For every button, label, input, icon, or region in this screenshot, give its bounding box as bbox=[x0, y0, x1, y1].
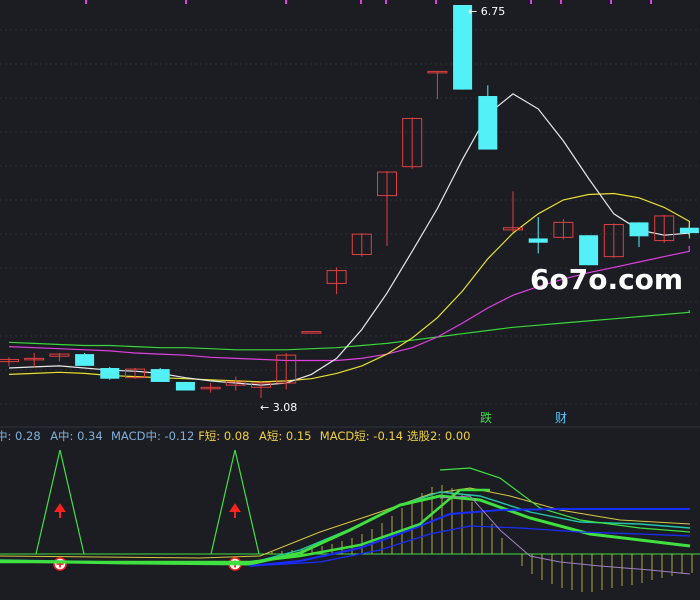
candle-body bbox=[579, 235, 599, 266]
top-tick bbox=[285, 0, 287, 4]
indicator-value: F短: 0.08 bbox=[198, 429, 249, 443]
candle-down bbox=[579, 235, 599, 266]
candle-up bbox=[301, 331, 322, 334]
high-price-label: ← 6.75 bbox=[468, 5, 505, 18]
signal-spike bbox=[210, 449, 260, 555]
candle-up bbox=[553, 219, 574, 240]
indicator-teal-line bbox=[0, 491, 691, 564]
candle-body bbox=[100, 368, 120, 379]
indicator-value: A中: 0.34 bbox=[50, 429, 103, 443]
candle-body bbox=[629, 222, 649, 237]
up-arrow-icon bbox=[54, 503, 66, 518]
candlestick-series[interactable] bbox=[0, 5, 699, 398]
candle-down bbox=[150, 368, 170, 382]
watermark: 6o7o.com bbox=[530, 263, 683, 296]
indicator-value: 选股2: 0.00 bbox=[407, 429, 470, 443]
top-tick bbox=[435, 0, 437, 4]
candle-down bbox=[478, 85, 498, 150]
candle-body bbox=[478, 96, 498, 150]
indicator-value: A短: 0.15 bbox=[259, 429, 312, 443]
candle-down bbox=[175, 381, 195, 391]
candle-body bbox=[175, 381, 195, 391]
indicator-value: MACD中: -0.12 bbox=[111, 429, 194, 443]
candle-up bbox=[351, 233, 372, 257]
candle-up bbox=[200, 383, 221, 393]
low-price-label: ← 3.08 bbox=[260, 401, 297, 414]
top-tick bbox=[85, 0, 87, 4]
candle-body bbox=[75, 354, 95, 366]
top-tick bbox=[385, 0, 387, 4]
up-arrow-icon bbox=[229, 503, 241, 518]
candle-body bbox=[150, 369, 170, 382]
candle-up bbox=[326, 267, 347, 295]
signal-label-die: 跌 bbox=[480, 410, 492, 425]
candle-up bbox=[503, 191, 523, 233]
candle-down bbox=[100, 366, 120, 380]
indicator-panel bbox=[0, 449, 700, 592]
candle-up bbox=[0, 357, 19, 366]
candle-down bbox=[75, 353, 95, 366]
candle-up bbox=[251, 380, 271, 398]
candle-down bbox=[679, 224, 699, 239]
indicator-value: MACD短: -0.14 bbox=[320, 429, 403, 443]
candle-up bbox=[24, 353, 45, 367]
candle-up bbox=[49, 353, 70, 362]
signal-spike bbox=[35, 449, 85, 555]
top-tick bbox=[360, 0, 362, 4]
top-tick bbox=[610, 0, 612, 4]
top-tick bbox=[530, 0, 532, 4]
stock-chart: ← 6.75 ← 3.08 跌 财 6o7o.com 中: 0.28 A中: 0.… bbox=[0, 0, 700, 592]
candle-body bbox=[679, 227, 699, 234]
top-tick bbox=[650, 0, 652, 4]
candle-up bbox=[603, 223, 624, 258]
top-tick-markers bbox=[85, 0, 652, 4]
candle-up bbox=[654, 214, 675, 243]
candle-up bbox=[427, 70, 448, 100]
candle-down bbox=[629, 222, 649, 248]
top-tick bbox=[185, 0, 187, 4]
top-tick bbox=[560, 0, 562, 4]
chart-grid bbox=[0, 29, 700, 405]
candle-body bbox=[301, 331, 322, 334]
indicator-values-row: 中: 0.28 A中: 0.34 MACD中: -0.12 F短: 0.08 A短: 0… bbox=[0, 429, 470, 443]
signal-label-cai: 财 bbox=[555, 411, 567, 425]
candle-up bbox=[402, 117, 423, 169]
indicator-value: 中: 0.28 bbox=[0, 429, 41, 443]
candle-down bbox=[528, 217, 548, 254]
candle-up bbox=[377, 170, 397, 246]
candle-body bbox=[528, 238, 548, 243]
